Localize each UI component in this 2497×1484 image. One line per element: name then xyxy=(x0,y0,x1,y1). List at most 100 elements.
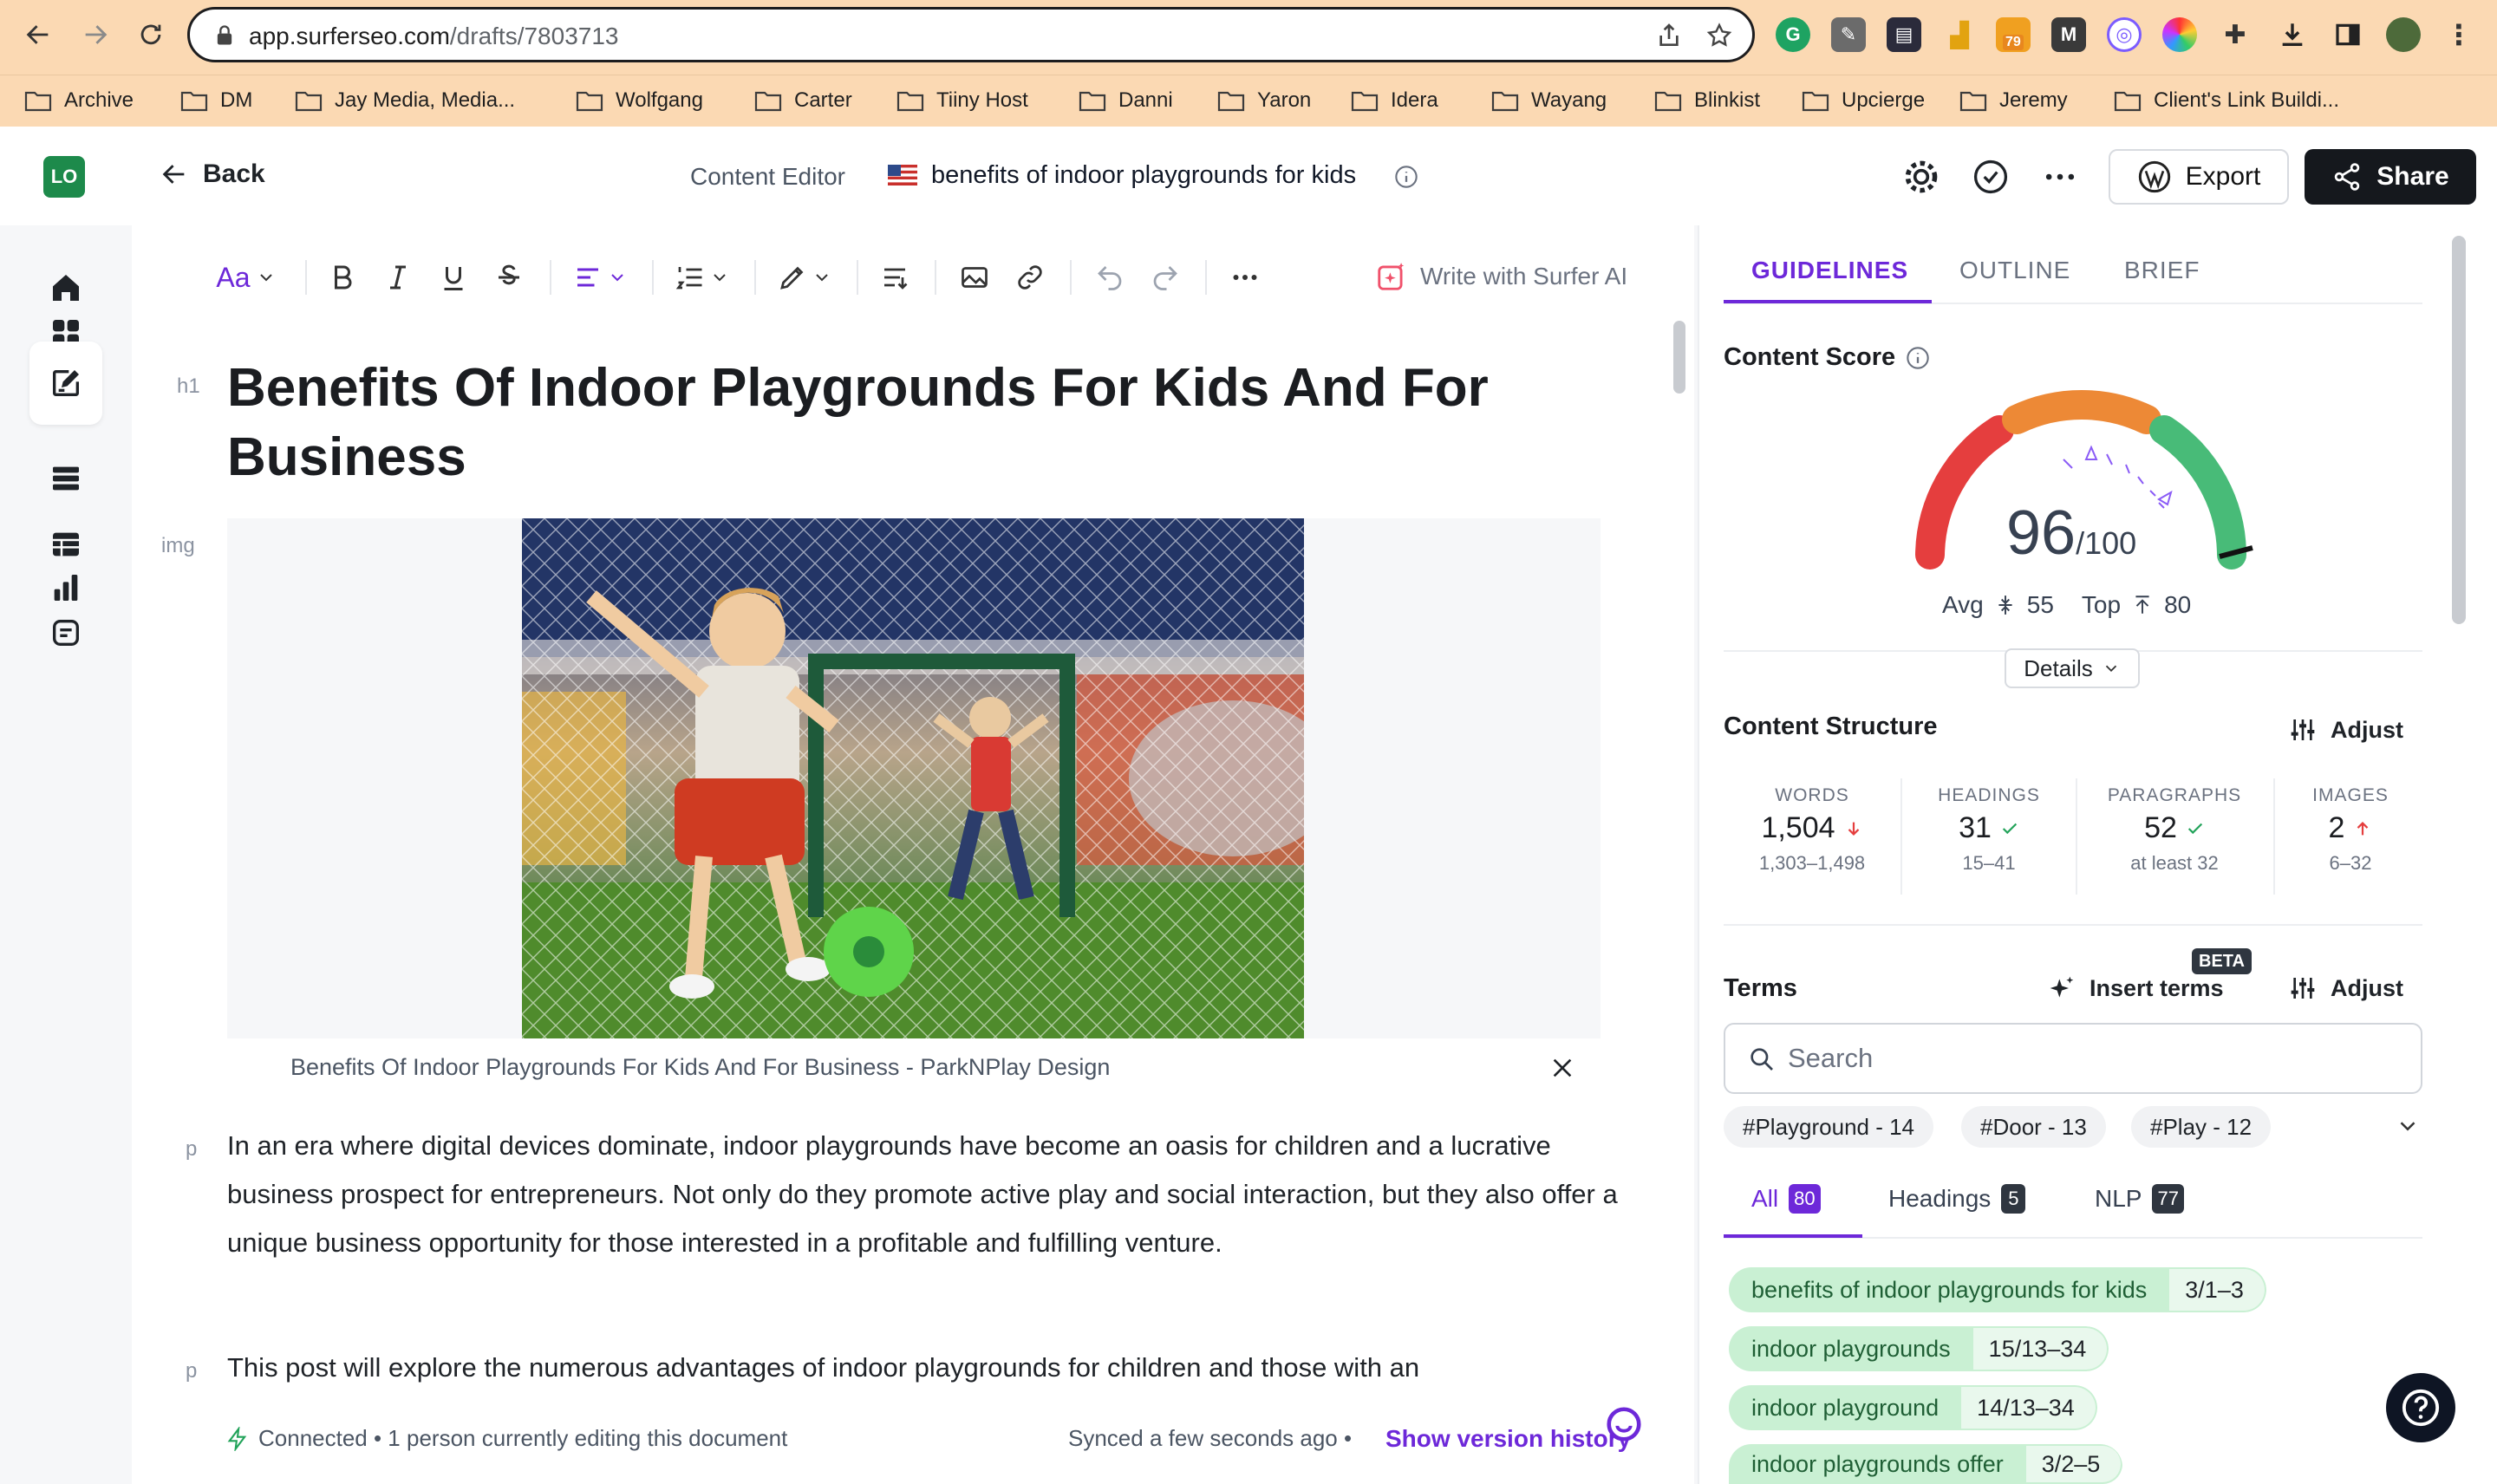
chevron-down-icon[interactable] xyxy=(2395,1113,2421,1139)
document-h1[interactable]: Benefits Of Indoor Playgrounds For Kids … xyxy=(227,354,1684,492)
stat-value: 2 xyxy=(2328,811,2345,844)
filter-tab-headings[interactable]: Headings 5 xyxy=(1888,1184,2026,1214)
strikethrough-button[interactable] xyxy=(487,251,531,303)
chart-extension-icon[interactable]: ▟ xyxy=(1942,17,1977,52)
search-input[interactable] xyxy=(1788,1037,2395,1080)
bold-button[interactable] xyxy=(321,251,364,303)
editor-scrollbar[interactable] xyxy=(1673,321,1685,394)
list-dropdown[interactable] xyxy=(666,251,739,303)
workspace-logo[interactable]: LO xyxy=(43,156,85,198)
arrow-left-icon xyxy=(26,25,49,44)
write-with-surfer-ai-button[interactable]: Write with Surfer AI xyxy=(1375,260,1627,293)
back-button[interactable]: Back xyxy=(160,159,265,189)
chat-bubble-icon[interactable] xyxy=(1604,1404,1644,1444)
badge-extension-icon[interactable]: 79 xyxy=(1996,17,2031,52)
bookmark-item[interactable]: Blinkist xyxy=(1654,86,1760,115)
bookmark-item[interactable]: Idera xyxy=(1351,86,1438,115)
bookmark-item[interactable]: Archive xyxy=(24,86,134,115)
filter-tab-all[interactable]: All 80 xyxy=(1751,1184,1821,1214)
italic-button[interactable] xyxy=(376,251,420,303)
bookmark-item[interactable]: Danni xyxy=(1079,86,1173,115)
profile-avatar[interactable] xyxy=(2386,17,2421,52)
insert-image-button[interactable] xyxy=(950,251,999,303)
panel-scrollbar[interactable] xyxy=(2452,236,2466,624)
puzzle-icon[interactable]: ✚ xyxy=(2218,17,2253,52)
insert-link-button[interactable] xyxy=(1006,251,1054,303)
more-options-button[interactable] xyxy=(1221,251,1269,303)
bookmark-item[interactable]: Wayang xyxy=(1491,86,1607,115)
sidepanel-icon[interactable] xyxy=(2331,17,2365,52)
show-version-history-link[interactable]: Show version history xyxy=(1385,1425,1631,1453)
playground-photo[interactable] xyxy=(522,518,1304,1038)
settings-gear-icon[interactable] xyxy=(1902,158,1940,196)
screen-extension-icon[interactable]: ▤ xyxy=(1887,17,1921,52)
bookmark-item[interactable]: Upcierge xyxy=(1802,86,1925,115)
image-block[interactable] xyxy=(227,518,1601,1038)
share-page-icon[interactable] xyxy=(1655,22,1683,49)
underline-button[interactable] xyxy=(432,251,475,303)
insert-terms-button[interactable]: Insert terms xyxy=(2048,974,2224,1002)
url-text[interactable]: app.surferseo.com/drafts/7803713 xyxy=(249,23,618,50)
info-icon[interactable] xyxy=(1906,346,1930,370)
filter-tab-nlp[interactable]: NLP 77 xyxy=(2095,1184,2184,1214)
align-dropdown[interactable] xyxy=(564,251,636,303)
bookmark-item[interactable]: Tiiny Host xyxy=(896,86,1028,115)
color-wheel-extension-icon[interactable] xyxy=(2162,17,2197,52)
document-keyword-title[interactable]: benefits of indoor playgrounds for kids xyxy=(931,161,1356,190)
highlight-dropdown[interactable] xyxy=(768,251,841,303)
term-item[interactable]: indoor playgrounds 15/13–34 xyxy=(1729,1326,2109,1371)
bookmark-item[interactable]: Yaron xyxy=(1217,86,1311,115)
term-item[interactable]: benefits of indoor playgrounds for kids … xyxy=(1729,1267,2266,1312)
bookmark-item[interactable]: DM xyxy=(180,86,252,115)
text-style-dropdown[interactable]: Aa xyxy=(205,251,288,303)
tab-guidelines[interactable]: GUIDELINES xyxy=(1751,257,1908,284)
download-icon[interactable] xyxy=(2275,17,2310,52)
info-icon[interactable] xyxy=(1394,165,1418,189)
feather-extension-icon[interactable]: ✎ xyxy=(1831,17,1866,52)
image-caption[interactable]: Benefits Of Indoor Playgrounds For Kids … xyxy=(290,1054,1110,1081)
undo-button[interactable] xyxy=(1086,251,1134,303)
address-bar[interactable]: app.surferseo.com/drafts/7803713 xyxy=(187,7,1755,62)
block-tag-p: p xyxy=(186,1137,198,1161)
more-horizontal-icon[interactable] xyxy=(2041,158,2079,196)
export-button[interactable]: Export xyxy=(2109,149,2289,205)
browser-reload-button[interactable] xyxy=(128,12,173,57)
browser-forward-button[interactable] xyxy=(73,12,118,57)
details-button[interactable]: Details xyxy=(2005,648,2140,688)
bookmark-star-icon[interactable] xyxy=(1705,22,1733,49)
grammarly-extension-icon[interactable]: G xyxy=(1776,17,1810,52)
topic-chip[interactable]: #Play - 12 xyxy=(2131,1106,2272,1148)
structure-adjust-button[interactable]: Adjust xyxy=(2289,716,2403,744)
tab-outline[interactable]: OUTLINE xyxy=(1959,257,2070,284)
tab-brief[interactable]: BRIEF xyxy=(2124,257,2200,284)
paragraph[interactable]: This post will explore the numerous adva… xyxy=(227,1344,1649,1392)
bookmark-item[interactable]: Jeremy xyxy=(1959,86,2068,115)
help-button[interactable] xyxy=(2386,1373,2455,1442)
bookmark-item[interactable]: Wolfgang xyxy=(576,86,703,115)
term-item[interactable]: indoor playgrounds offer 3/2–5 xyxy=(1729,1444,2123,1484)
bookmark-item[interactable]: Client's Link Buildi... xyxy=(2114,86,2339,115)
browser-back-button[interactable] xyxy=(16,12,61,57)
bookmark-label: Client's Link Buildi... xyxy=(2154,88,2340,112)
bookmark-item[interactable]: Jay Media, Media... xyxy=(295,86,515,115)
extension-badge: 79 xyxy=(2003,35,2024,50)
stat-value: 31 xyxy=(1959,811,1992,844)
browser-menu-icon[interactable]: ⋮ xyxy=(2442,17,2476,52)
ring-extension-icon[interactable]: ◎ xyxy=(2107,17,2142,52)
term-item[interactable]: indoor playground 14/13–34 xyxy=(1729,1385,2097,1430)
sidebar-content-editor[interactable] xyxy=(29,342,102,425)
topic-chip[interactable]: #Playground - 14 xyxy=(1724,1106,1934,1148)
bookmark-item[interactable]: Carter xyxy=(754,86,852,115)
check-circle-icon[interactable] xyxy=(1972,158,2010,196)
m-extension-icon[interactable]: M xyxy=(2051,17,2086,52)
wrap-text-button[interactable] xyxy=(870,251,919,303)
terms-search[interactable] xyxy=(1724,1023,2422,1094)
term-count: 15/13–34 xyxy=(1972,1326,2109,1371)
close-icon[interactable] xyxy=(1548,1054,1576,1082)
share-button[interactable]: Share xyxy=(2305,149,2476,205)
terms-adjust-button[interactable]: Adjust xyxy=(2289,974,2403,1002)
topic-chip[interactable]: #Door - 13 xyxy=(1961,1106,2106,1148)
sidebar-drafts[interactable] xyxy=(29,596,102,669)
redo-button[interactable] xyxy=(1141,251,1190,303)
paragraph[interactable]: In an era where digital devices dominate… xyxy=(227,1122,1649,1267)
